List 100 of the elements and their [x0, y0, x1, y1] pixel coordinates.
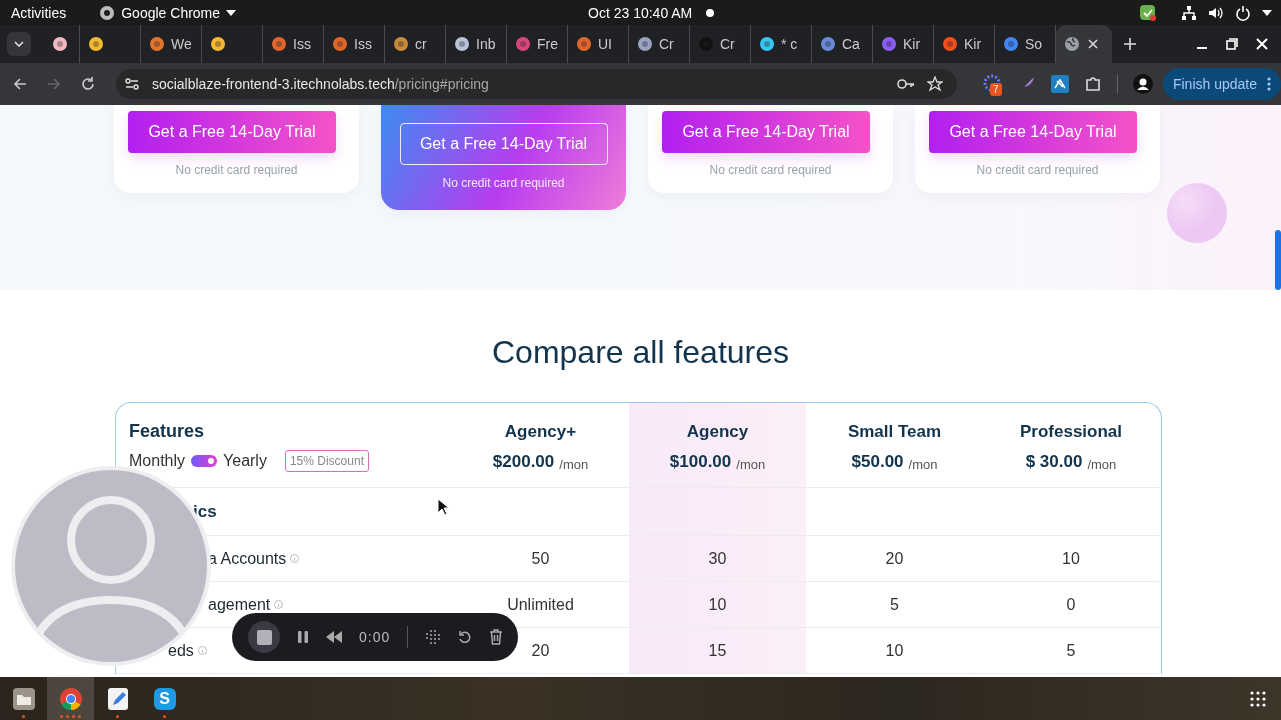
table-cell: 20: [885, 549, 904, 568]
price-period: /mon: [736, 457, 766, 472]
card-note: No credit card required: [976, 163, 1099, 177]
table-cell: 0: [1066, 595, 1076, 614]
favicon-icon: [820, 36, 836, 52]
extension-icon: [982, 74, 1001, 92]
table-cell: 20: [531, 641, 550, 660]
plan-price: $ 30.00: [1025, 452, 1083, 472]
text-editor-icon: [106, 686, 129, 711]
favicon-icon: [881, 36, 897, 52]
plan-name: Agency+: [503, 422, 578, 442]
favicon-icon: [88, 36, 104, 52]
plan-price: $100.00: [669, 452, 732, 472]
browser-icon: [99, 4, 116, 21]
address-bar[interactable]: socialblaze-frontend-3.itechnolabs.tech/pricing#pricing: [115, 69, 957, 99]
price-period: /mon: [1087, 457, 1117, 472]
favicon-icon: [210, 36, 226, 52]
table-cell: 15: [708, 641, 727, 660]
decorative-circle: [1167, 183, 1227, 243]
puzzle-icon[interactable]: [1083, 75, 1102, 93]
favicon-icon: [393, 36, 409, 52]
favicon-icon: [515, 36, 531, 52]
stop-button[interactable]: [248, 621, 280, 653]
clock[interactable]: Oct 23 10:40 AM: [588, 4, 693, 21]
free-trial-button[interactable]: Get a Free 14-Day Trial: [399, 123, 608, 165]
table-cell: 10: [885, 641, 904, 660]
activities-button[interactable]: Activities: [11, 4, 67, 21]
table-cell: 10: [1062, 549, 1080, 568]
more-icon: [1267, 77, 1271, 91]
folder-icon: [11, 686, 36, 711]
card-note: No credit card required: [175, 163, 298, 177]
chevron-icon: [14, 41, 24, 47]
new-tab-icon[interactable]: [1124, 38, 1136, 50]
price-period: /mon: [908, 457, 938, 472]
extension-icon[interactable]: [1050, 75, 1069, 93]
grid-dots-icon[interactable]: [425, 629, 442, 645]
reload-icon[interactable]: [79, 76, 96, 92]
plan-price: $50.00: [851, 452, 904, 472]
site-info-icon[interactable]: [123, 76, 140, 92]
card-note: No credit card required: [442, 176, 565, 190]
monthly-label: Monthly: [129, 452, 186, 470]
notification-dot-icon: [706, 8, 715, 17]
table-cell: Unlimited: [507, 595, 574, 614]
close-icon[interactable]: [1256, 38, 1268, 50]
free-trial-button[interactable]: Get a Free 14-Day Trial: [662, 111, 870, 153]
table-cell: 30: [708, 549, 727, 568]
caret-icon: [226, 9, 237, 16]
back-icon[interactable]: [12, 76, 28, 92]
table-cell: 5: [890, 595, 899, 614]
extension-button[interactable]: 7: [982, 74, 1003, 94]
rewind-icon[interactable]: [326, 631, 342, 643]
favicon-icon: [1003, 36, 1019, 52]
table-cell: 50: [531, 549, 550, 568]
favicon-icon: [637, 36, 653, 52]
favicon-icon: [149, 36, 165, 52]
app-menu[interactable]: Google Chrome: [99, 4, 237, 21]
favicon-icon: [332, 36, 348, 52]
table-cell: 10: [708, 595, 727, 614]
close-tab-icon[interactable]: [1088, 39, 1098, 49]
scrollbar-thumb[interactable]: [1275, 230, 1281, 290]
count-badge: 7: [989, 83, 1002, 96]
feature-label: eds: [168, 641, 194, 660]
browser-tab[interactable]: [1056, 25, 1112, 63]
network-icon[interactable]: [1181, 4, 1197, 21]
plan-name: Small Team: [846, 422, 943, 442]
price-period: /mon: [559, 457, 589, 472]
key-icon[interactable]: [896, 78, 915, 90]
section-title: Compare all features: [491, 333, 790, 372]
caret-icon[interactable]: [1262, 9, 1272, 16]
app-grid-icon[interactable]: [1250, 690, 1266, 707]
free-trial-button[interactable]: Get a Free 14-Day Trial: [929, 111, 1137, 153]
maximize-icon[interactable]: [1226, 38, 1238, 50]
profile-icon[interactable]: [1132, 74, 1153, 94]
pause-icon[interactable]: [297, 630, 309, 644]
update-icon[interactable]: [1140, 4, 1156, 21]
favicon-icon: [942, 36, 958, 52]
table-cell: 5: [1066, 641, 1076, 660]
plan-name: Agency: [685, 422, 750, 442]
power-icon[interactable]: [1235, 4, 1251, 21]
free-trial-button[interactable]: Get a Free 14-Day Trial: [128, 111, 336, 153]
browser-icon: [58, 686, 83, 711]
yearly-label: Yearly: [223, 452, 267, 470]
trash-icon[interactable]: [489, 629, 504, 645]
cursor-icon: [437, 498, 449, 516]
feature-label: agement: [208, 595, 271, 614]
favicon-icon: [759, 36, 775, 52]
finish-update-button[interactable]: Finish update: [1162, 68, 1281, 100]
tab-search-button[interactable]: [7, 32, 31, 56]
plan-name: Professional: [1018, 422, 1123, 442]
plan-price: $200.00: [492, 452, 555, 472]
favicon-icon: [576, 36, 592, 52]
recording-time: 0:00: [359, 629, 391, 645]
undo-icon[interactable]: [458, 630, 473, 644]
column-header: Features: [129, 421, 206, 442]
globe-icon: [1064, 36, 1080, 52]
favicon-icon: [454, 36, 470, 52]
star-icon[interactable]: [926, 76, 943, 92]
favicon-icon: [271, 36, 287, 52]
billing-toggle[interactable]: [191, 455, 218, 467]
favicon-icon: [52, 36, 68, 52]
